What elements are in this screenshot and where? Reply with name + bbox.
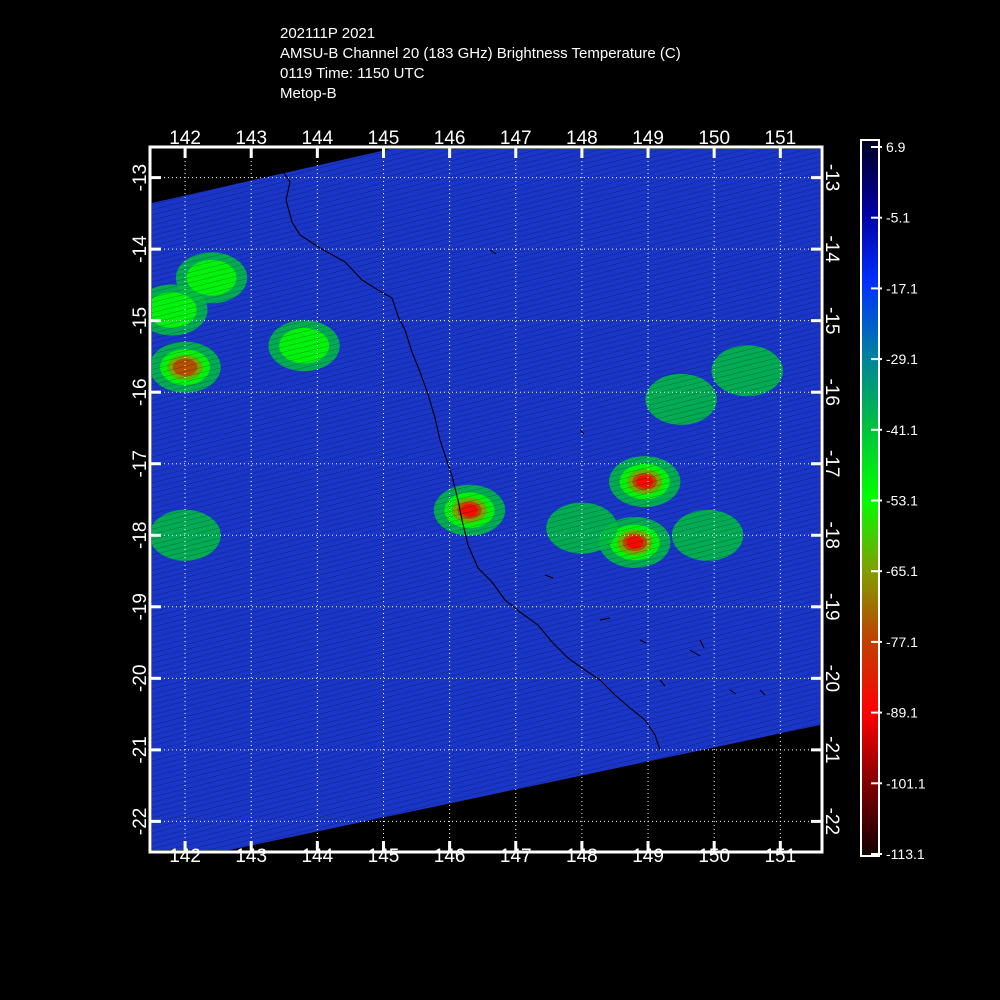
lat-tick-label-right: -20 — [821, 665, 842, 692]
colorbar-label: -77.1 — [886, 634, 918, 650]
lon-tick-label-bottom: 150 — [698, 846, 730, 867]
lat-tick-label-right: -16 — [821, 378, 842, 405]
lat-tick-label-left: -19 — [130, 593, 151, 620]
lon-tick-label-bottom: 149 — [632, 846, 664, 867]
colorbar-label: -41.1 — [886, 422, 918, 438]
lon-tick-label-top: 144 — [301, 128, 333, 149]
colorbar-label: 6.9 — [886, 139, 906, 155]
lon-tick-label-bottom: 151 — [764, 846, 796, 867]
lat-tick-label-right: -14 — [821, 235, 842, 263]
colorbar-label: -101.1 — [886, 775, 926, 791]
lon-tick-label-top: 151 — [764, 128, 796, 149]
lat-tick-label-left: -21 — [130, 736, 151, 763]
lon-tick-label-top: 143 — [235, 128, 267, 149]
lon-tick-label-top: 145 — [368, 128, 400, 149]
lon-tick-label-bottom: 145 — [368, 846, 400, 867]
lat-tick-label-right: -15 — [821, 307, 842, 334]
lat-tick-label-right: -19 — [821, 593, 842, 620]
colorbar-label: -5.1 — [886, 210, 910, 226]
lat-tick-label-right: -22 — [821, 808, 842, 835]
lon-tick-label-top: 146 — [434, 128, 466, 149]
lon-tick-label-top: 142 — [169, 128, 201, 149]
lat-tick-label-right: -13 — [821, 164, 842, 191]
lat-tick-label-left: -14 — [130, 235, 151, 263]
lat-tick-label-left: -22 — [130, 808, 151, 835]
colorbar-label: -113.1 — [886, 846, 925, 862]
colorbar: 6.9 -5.1 -17.1 -29.1 -41.1 -53.1 -65.1 -77.1 -89… — [860, 139, 926, 862]
lon-tick-label-top: 150 — [698, 128, 730, 149]
scan-line-texture — [152, 149, 820, 850]
lon-tick-label-top: 149 — [632, 128, 664, 149]
colorbar-label: -53.1 — [886, 493, 918, 509]
lon-tick-label-bottom: 148 — [566, 846, 598, 867]
colorbar-label: -65.1 — [886, 563, 918, 579]
lon-tick-label-bottom: 147 — [500, 846, 532, 867]
lat-tick-label-left: -17 — [130, 450, 151, 477]
colorbar-gradient — [860, 139, 880, 857]
map-plot: 142 142 143 143 144 144 145 145 146 146 147 147 148 1… — [130, 128, 926, 867]
lon-tick-label-bottom: 146 — [434, 846, 466, 867]
lat-tick-label-left: -13 — [130, 164, 151, 191]
lon-tick-label-bottom: 143 — [235, 846, 267, 867]
lat-tick-label-right: -21 — [821, 736, 842, 763]
lon-tick-label-bottom: 142 — [169, 846, 201, 867]
lat-tick-label-left: -15 — [130, 307, 151, 334]
colorbar-label: -89.1 — [886, 705, 918, 721]
lon-tick-label-bottom: 144 — [301, 846, 333, 867]
lat-tick-label-right: -18 — [821, 522, 842, 549]
colorbar-label: -17.1 — [886, 280, 918, 296]
lat-tick-label-left: -20 — [130, 665, 151, 692]
lat-tick-label-left: -18 — [130, 522, 151, 549]
colorbar-label: -29.1 — [886, 351, 918, 367]
map-area — [152, 149, 820, 850]
lon-tick-label-top: 148 — [566, 128, 598, 149]
lon-tick-label-top: 147 — [500, 128, 532, 149]
lat-tick-label-right: -17 — [821, 450, 842, 477]
lat-tick-label-left: -16 — [130, 378, 151, 405]
